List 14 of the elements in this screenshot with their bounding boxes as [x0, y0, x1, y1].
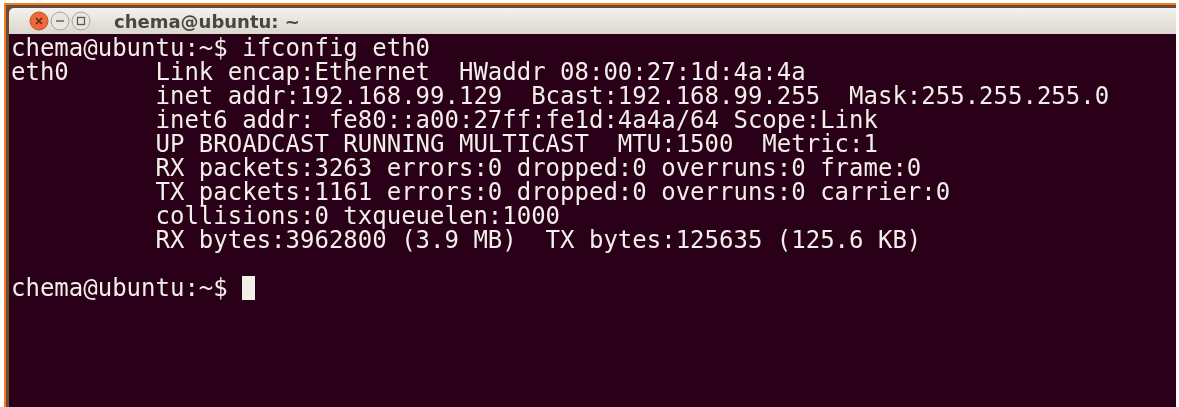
cursor-icon: [242, 276, 256, 300]
terminal-prompt: chema@ubuntu:~$: [11, 276, 229, 300]
terminal-line: RX bytes:3962800 (3.9 MB) TX bytes:125635 (125.6 KB): [154, 228, 922, 252]
window-title: chema@ubuntu: ~: [114, 10, 300, 32]
terminal-line: TX packets:1161 errors:0 dropped:0 overruns:0 carrier:0: [154, 180, 951, 204]
terminal-line: UP BROADCAST RUNNING MULTICAST MTU:1500 Metric:1: [154, 132, 878, 156]
maximize-icon[interactable]: [71, 11, 91, 31]
terminal-line: collisions:0 txqueuelen:1000: [154, 204, 561, 228]
terminal-line: chema@ubuntu:~$ ifconfig eth0: [11, 36, 431, 60]
terminal-line: eth0 Link encap:Ethernet HWaddr 08:00:27:1d:4a:4a: [11, 60, 806, 84]
close-icon[interactable]: [29, 11, 49, 31]
terminal-line: inet addr:192.168.99.129 Bcast:192.168.99.255 Mask:255.255.255.0: [154, 84, 1110, 108]
terminal-line: RX packets:3263 errors:0 dropped:0 overruns:0 frame:0: [154, 156, 922, 180]
terminal-line: inet6 addr: fe80::a00:27ff:fe1d:4a4a/64 Scope:Link: [154, 108, 878, 132]
